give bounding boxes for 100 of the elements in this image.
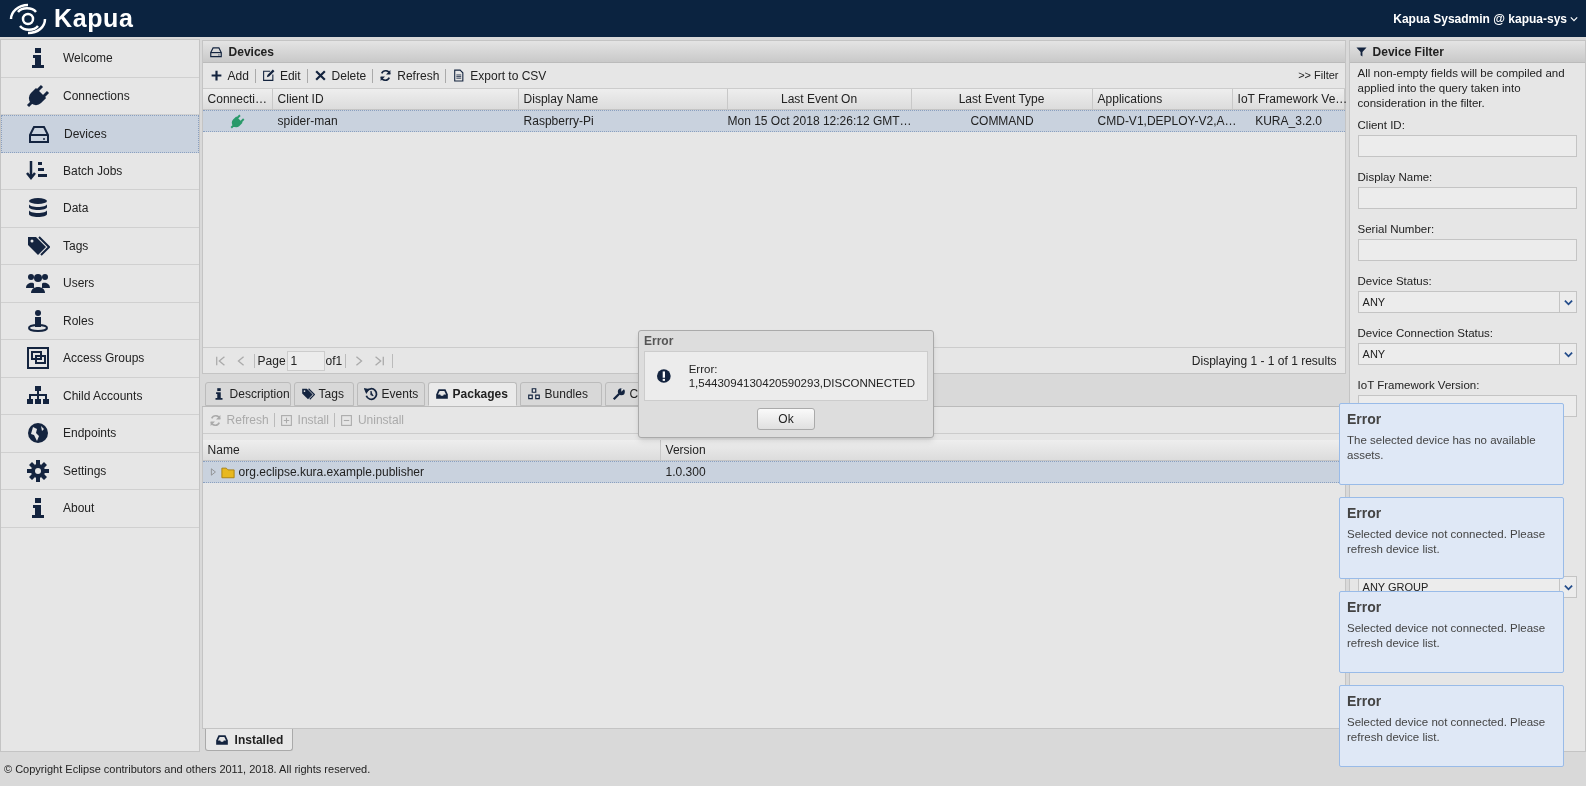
column-header[interactable]: Applications xyxy=(1092,89,1233,109)
table-cell-text: Raspberry-Pi xyxy=(522,113,595,130)
column-header[interactable]: Display Name xyxy=(518,89,728,109)
tab[interactable]: Installed xyxy=(204,729,294,751)
page-label: Page xyxy=(257,352,286,370)
field-label: Device Status: xyxy=(1357,274,1433,289)
sidebar-item[interactable]: Welcome xyxy=(1,40,199,78)
tab[interactable]: Bundles xyxy=(519,382,602,406)
error-message: 1,5443094130420590293,DISCONNECTED xyxy=(688,376,915,390)
sidebar-item[interactable]: Data xyxy=(1,190,199,228)
panel-title: Devices xyxy=(228,43,274,61)
input-field[interactable] xyxy=(1357,135,1577,157)
last-page-icon[interactable] xyxy=(373,354,386,367)
tab[interactable]: Tags xyxy=(293,382,354,406)
table-cell-text: Mon 15 Oct 2018 12:26:12 GMT… xyxy=(727,113,912,130)
filter-description: All non-empty fields will be compiled and applied into the query taken into consideration in the filter. xyxy=(1357,66,1566,111)
column-header[interactable]: Name xyxy=(202,440,661,460)
tab[interactable]: Packages xyxy=(427,382,517,406)
notification-title: Error xyxy=(1347,692,1383,711)
plus-icon xyxy=(209,69,223,82)
sidebar-item[interactable]: Roles xyxy=(1,302,199,340)
user-menu[interactable]: Kapua Sysadmin @ kapua-sys xyxy=(1393,9,1578,28)
sidebar-item[interactable]: Endpoints xyxy=(1,415,199,453)
sidebar-item[interactable]: Child Accounts xyxy=(1,377,199,415)
document-icon xyxy=(452,69,466,82)
column-header[interactable]: Connecti… xyxy=(202,89,273,109)
error-label: Error: xyxy=(688,362,719,376)
settings-icon xyxy=(26,458,50,483)
cubes-icon xyxy=(526,387,541,401)
toolbar-button[interactable]: Edit xyxy=(260,66,302,85)
table-cell-text: spider-man xyxy=(276,113,339,130)
results-summary: Displaying 1 - 1 of 1 results xyxy=(1191,352,1337,370)
toolbar-button[interactable]: Delete xyxy=(312,66,368,85)
notification-title: Error xyxy=(1347,410,1383,429)
refresh-icon xyxy=(379,69,393,82)
dropdown[interactable]: ANY xyxy=(1357,343,1577,365)
tab[interactable]: Description xyxy=(204,382,291,406)
column-header[interactable]: Client ID xyxy=(272,89,519,109)
notification-message: Selected device not connected. Please refresh device list. xyxy=(1347,621,1547,651)
squares-icon xyxy=(26,346,50,371)
first-page-icon[interactable] xyxy=(214,354,227,367)
field-label: Device Connection Status: xyxy=(1357,326,1495,341)
toolbar-button[interactable]: Add xyxy=(208,66,250,85)
column-header[interactable]: IoT Framework Ve… xyxy=(1232,89,1345,109)
chevron-icon xyxy=(1563,349,1573,359)
tab[interactable]: Events xyxy=(356,382,425,406)
chevron-icon xyxy=(1563,582,1573,592)
sidebar-item[interactable]: Tags xyxy=(1,227,199,265)
filter-toggle[interactable]: >> Filter xyxy=(1298,67,1339,84)
table-cell-text: 1.0.300 xyxy=(664,464,707,481)
person-pin-icon xyxy=(26,308,50,333)
table-row[interactable]: spider-man Raspberry-Pi Mon 15 Oct 2018 12:26:12 GMT… COMMAND CMD-V1,DEPLOY-V2,A… KURA_3.2.0 xyxy=(202,110,1345,132)
field-label: IoT Framework Version: xyxy=(1357,378,1481,393)
users-icon xyxy=(26,271,50,296)
expand-icon[interactable] xyxy=(208,468,217,476)
dropdown[interactable]: ANY xyxy=(1357,291,1577,313)
plug-icon xyxy=(230,113,246,129)
toolbar-button[interactable]: Export to CSV xyxy=(451,66,548,85)
notification-message: Selected device not connected. Please refresh device list. xyxy=(1347,527,1547,557)
tag-icon xyxy=(300,387,315,401)
page-count: of1 xyxy=(325,352,343,370)
sidebar-item[interactable]: Batch Jobs xyxy=(1,152,199,190)
field-label: Serial Number: xyxy=(1357,222,1436,237)
folder-icon xyxy=(220,465,235,479)
tag-icon xyxy=(26,233,50,258)
sidebar-item[interactable]: Settings xyxy=(1,452,199,490)
plus-square-icon xyxy=(279,413,293,427)
field-label: Display Name: xyxy=(1357,170,1434,185)
input-field[interactable] xyxy=(1357,187,1577,209)
column-header[interactable]: Last Event On xyxy=(727,89,912,109)
table-cell-text: org.eclipse.kura.example.publisher xyxy=(238,464,424,481)
drive-icon xyxy=(208,44,223,59)
wrench-icon xyxy=(611,387,626,401)
edit-icon xyxy=(261,69,275,82)
logo-text: Kapua xyxy=(54,2,134,34)
chevron-icon xyxy=(1563,297,1573,307)
column-header[interactable]: Last Event Type xyxy=(911,89,1093,109)
history-icon xyxy=(363,387,378,401)
sidebar-item[interactable]: Devices xyxy=(1,115,199,153)
table-cell-text: COMMAND xyxy=(969,113,1035,130)
sidebar-item[interactable]: About xyxy=(1,490,199,528)
sidebar-item[interactable]: Users xyxy=(1,265,199,303)
field-label: Client ID: xyxy=(1357,118,1406,133)
minus-square-icon xyxy=(339,413,353,427)
sidebar-item[interactable]: Access Groups xyxy=(1,340,199,378)
globe-icon xyxy=(26,421,50,446)
notification-message: The selected device has no available assets. xyxy=(1347,433,1537,463)
notification-message: Selected device not connected. Please refresh device list. xyxy=(1347,715,1547,745)
input-field[interactable] xyxy=(1357,239,1577,261)
inbox-icon xyxy=(434,387,449,401)
page-field[interactable]: 1 xyxy=(286,350,325,371)
toolbar-button[interactable]: Refresh xyxy=(378,66,441,85)
delete-icon xyxy=(313,69,327,82)
table-cell-text: KURA_3.2.0 xyxy=(1254,113,1323,130)
plug-icon xyxy=(26,83,50,108)
ok-button[interactable]: Ok xyxy=(757,408,815,430)
filter-icon xyxy=(1355,45,1367,58)
refresh-icon xyxy=(208,413,222,427)
notification-title: Error xyxy=(1347,504,1383,523)
dialog-title: Error xyxy=(644,333,675,350)
